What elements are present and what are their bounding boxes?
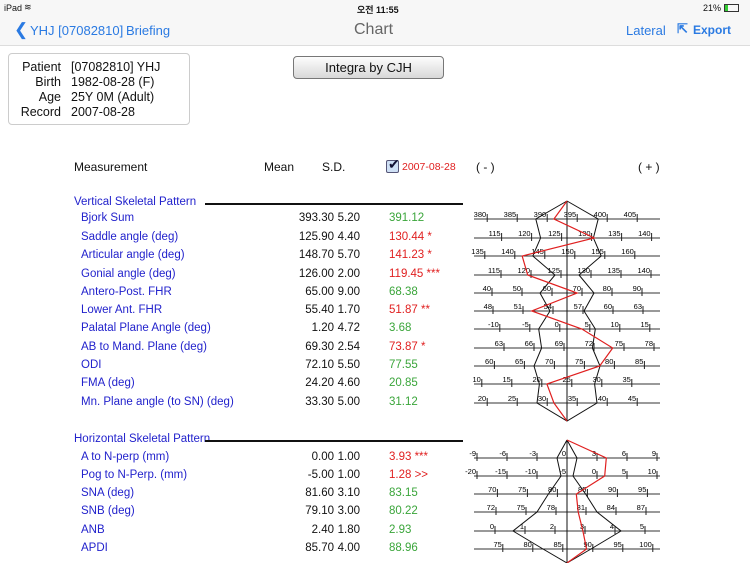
tick-label: -6: [499, 449, 506, 458]
tick-label: 135: [607, 266, 620, 275]
tick-label: 385: [504, 210, 517, 219]
polygram-chart: 380 385 390 395 400 405115 120 125 130 135 140135 1…: [465, 200, 660, 563]
tick-label: 75: [518, 485, 526, 494]
tick-label: 66: [525, 339, 533, 348]
tick-label: 78: [547, 503, 555, 512]
tick-label: 140: [637, 266, 650, 275]
tick-label: 2: [550, 522, 554, 531]
tick-label: 75: [615, 339, 623, 348]
tick-label: -10: [488, 320, 499, 329]
tick-label: 40: [483, 284, 491, 293]
tick-label: -5: [522, 320, 529, 329]
tick-label: 0: [555, 320, 559, 329]
tick-label: 75: [575, 357, 583, 366]
tick-label: 85: [635, 357, 643, 366]
tick-label: 15: [502, 375, 510, 384]
tick-label: 160: [621, 247, 634, 256]
tick-label: 60: [604, 302, 612, 311]
tick-label: 5: [622, 467, 626, 476]
tick-label: -10: [525, 467, 536, 476]
tick-label: 69: [555, 339, 563, 348]
tick-label: -3: [529, 449, 536, 458]
tick-label: 20: [478, 394, 486, 403]
tick-label: 70: [488, 485, 496, 494]
tick-label: 10: [610, 320, 618, 329]
tick-label: 75: [493, 540, 501, 549]
tick-label: 135: [471, 247, 484, 256]
tick-label: 135: [608, 229, 621, 238]
tick-label: 10: [648, 467, 656, 476]
tick-label: 9: [652, 449, 656, 458]
tick-label: 90: [633, 284, 641, 293]
tick-label: 87: [637, 503, 645, 512]
tick-label: 30: [538, 394, 546, 403]
tick-label: 50: [513, 284, 521, 293]
tick-label: 80: [605, 357, 613, 366]
tick-label: 25: [508, 394, 516, 403]
tick-label: -9: [469, 449, 476, 458]
tick-label: 70: [545, 357, 553, 366]
tick-label: 120: [518, 229, 531, 238]
tick-label: 150: [561, 247, 574, 256]
tick-label: 80: [603, 284, 611, 293]
tick-label: 10: [472, 375, 480, 384]
tick-label: 48: [484, 302, 492, 311]
tick-label: 95: [638, 485, 646, 494]
tick-label: 35: [622, 375, 630, 384]
tick-label: 60: [485, 357, 493, 366]
tick-label: 5: [640, 522, 644, 531]
tick-label: 0: [592, 467, 596, 476]
tick-label: 395: [564, 210, 577, 219]
tick-label: 63: [634, 302, 642, 311]
tick-label: -15: [495, 467, 506, 476]
tick-label: 6: [622, 449, 626, 458]
tick-label: 65: [515, 357, 523, 366]
tick-label: 140: [501, 247, 514, 256]
tick-label: 380: [474, 210, 487, 219]
tick-label: -20: [465, 467, 476, 476]
tick-label: 51: [514, 302, 522, 311]
tick-label: 115: [488, 266, 500, 275]
tick-label: 75: [517, 503, 525, 512]
tick-label: 100: [639, 540, 652, 549]
tick-label: 45: [628, 394, 636, 403]
tick-label: 90: [608, 485, 616, 494]
tick-label: 0: [490, 522, 494, 531]
tick-label: 125: [548, 229, 561, 238]
tick-label: 95: [613, 540, 621, 549]
tick-label: 120: [517, 266, 530, 275]
tick-label: 72: [487, 503, 495, 512]
tick-label: 15: [640, 320, 648, 329]
tick-label: 35: [568, 394, 576, 403]
tick-label: 78: [645, 339, 653, 348]
tick-label: 115: [489, 229, 501, 238]
tick-label: 85: [553, 540, 561, 549]
tick-label: 63: [495, 339, 503, 348]
tick-label: 140: [638, 229, 651, 238]
tick-label: 0: [562, 449, 566, 458]
tick-label: 40: [598, 394, 606, 403]
tick-label: 5: [585, 320, 589, 329]
tick-label: 72: [585, 339, 593, 348]
tick-label: 405: [624, 210, 637, 219]
tick-label: 57: [574, 302, 582, 311]
tick-label: 84: [607, 503, 615, 512]
